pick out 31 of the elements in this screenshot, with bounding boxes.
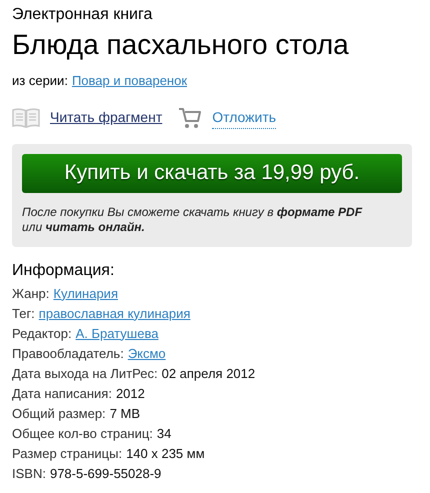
open-book-icon	[12, 108, 40, 128]
info-label: Дата написания:	[12, 384, 112, 403]
info-label: Дата выхода на ЛитРес:	[12, 364, 158, 383]
info-heading: Информация:	[12, 260, 116, 280]
info-label: Общий размер:	[12, 404, 106, 423]
info-label: Общее кол-во страниц:	[12, 424, 153, 443]
info-label: Правообладатель:	[12, 344, 124, 363]
info-value: 2012	[116, 384, 145, 402]
series-link[interactable]: Повар и поваренок	[72, 71, 188, 90]
info-value: 978-5-699-55028-9	[50, 464, 162, 482]
info-label: Тег:	[12, 304, 35, 322]
info-label: Размер страницы:	[12, 444, 122, 463]
defer-link[interactable]: Отложить	[212, 106, 276, 128]
book-type: Электронная книга	[12, 5, 154, 25]
buy-button[interactable]: Купить и скачать за 19,99 руб.	[22, 154, 402, 192]
info-value: 34	[156, 424, 172, 442]
info-value: 140 x 235 мм	[126, 444, 205, 462]
info-label: Редактор:	[12, 324, 72, 343]
read-fragment-link[interactable]: Читать фрагмент	[50, 107, 162, 128]
info-link[interactable]: Кулинария	[53, 284, 118, 304]
info-link[interactable]: православная кулинария	[38, 304, 190, 324]
info-link[interactable]: Эксмо	[128, 344, 166, 364]
info-label: Жанр:	[12, 284, 50, 303]
info-link[interactable]: А. Братушева	[76, 324, 158, 344]
series-label: из серии:	[12, 72, 68, 90]
info-value: 7 MB	[110, 404, 140, 422]
book-title: Блюда пасхального стола	[12, 28, 350, 62]
info-label: ISBN:	[12, 464, 46, 482]
cart-icon	[178, 106, 202, 130]
purchase-note: После покупки Вы сможете скачать книгу в формате PDF или читать онлайн.	[22, 204, 364, 234]
info-value: 02 апреля 2012	[162, 364, 256, 383]
